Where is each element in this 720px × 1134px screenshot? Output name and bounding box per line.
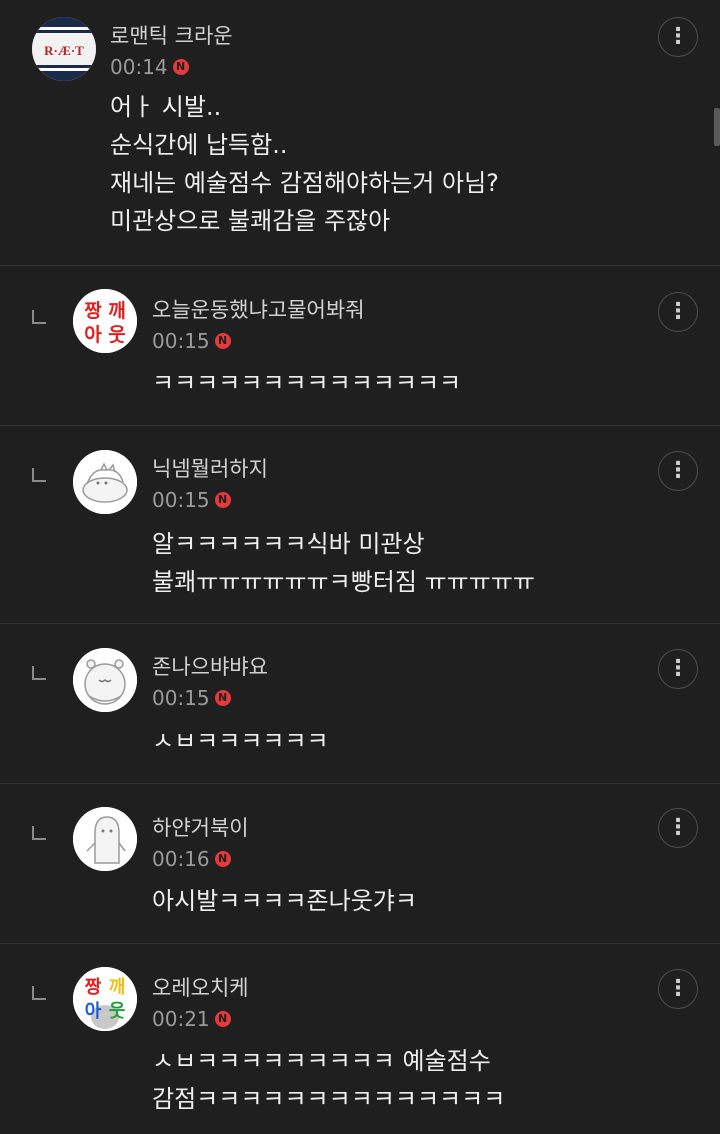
scrollbar[interactable] (714, 108, 720, 146)
more-vertical-icon: ⋮ (667, 458, 689, 483)
comment-text: ㅅㅂㅋㅋㅋㅋㅋㅋ (152, 727, 329, 755)
reply-item: 존나으뱌뱌요 00:15 N ㅅㅂㅋㅋㅋㅋㅋㅋ ⋮ (0, 624, 720, 784)
avatar[interactable] (73, 450, 137, 514)
more-options-button[interactable]: ⋮ (658, 649, 698, 689)
reply-indent-icon (32, 826, 46, 840)
avatar-image (73, 807, 137, 871)
comment-text: ㅋㅋㅋㅋㅋㅋㅋㅋㅋㅋㅋㅋㅋㅋ (152, 369, 462, 397)
nickname[interactable]: 오늘운동했냐고물어봐줘 (152, 296, 365, 324)
new-badge: N (214, 1011, 231, 1027)
comment-text: ㅅㅂㅋㅋㅋㅋㅋㅋㅋㅋㅋ 예술점수 감점ㅋㅋㅋㅋㅋㅋㅋㅋㅋㅋㅋㅋㅋㅋ (152, 1047, 506, 1113)
nickname[interactable]: 존나으뱌뱌요 (152, 653, 268, 681)
reply-indent-icon (32, 666, 46, 680)
avatar-text: R·Æ·T (44, 43, 84, 58)
nickname[interactable]: 하얀거북이 (152, 814, 249, 842)
reply-indent-icon (32, 310, 46, 324)
more-vertical-icon: ⋮ (667, 24, 689, 49)
comment-meta: 00:15 N (152, 685, 231, 711)
timestamp: 00:15 (152, 329, 210, 353)
avatar[interactable] (73, 807, 137, 871)
avatar-text: 웃 (108, 324, 125, 346)
reply-item: 짱 깨 아 웃 오늘운동했냐고물어봐줘 00:15 N ㅋㅋㅋㅋㅋㅋㅋㅋㅋㅋㅋㅋ… (0, 266, 720, 426)
avatar-text: 짱 (85, 977, 102, 998)
avatar-text: 깨 (108, 300, 125, 322)
reply-item: 하얀거북이 00:16 N 아시발ㅋㅋㅋㅋ존나웃갸ㅋ ⋮ (0, 784, 720, 944)
more-vertical-icon: ⋮ (667, 976, 689, 1001)
nickname[interactable]: 오레오치케 (152, 974, 249, 1002)
avatar[interactable] (73, 648, 137, 712)
avatar-image: 짱 깨 아 웃 (73, 289, 137, 353)
more-options-button[interactable]: ⋮ (658, 451, 698, 491)
avatar-image (73, 648, 137, 712)
comment-meta: 00:14 N (110, 54, 189, 80)
comment-meta: 00:15 N (152, 487, 231, 513)
comment-meta: 00:15 N (152, 328, 231, 354)
reply-item: 짱 깨 아 웃 오레오치케 00:21 N ㅅㅂㅋㅋㅋㅋㅋㅋㅋㅋㅋ 예술점수 감… (0, 944, 720, 1134)
new-badge: N (172, 59, 189, 75)
timestamp: 00:15 (152, 686, 210, 710)
comment-text: 어ㅏ 시발.. 순식간에 납득함.. 재네는 예술점수 감점해야하는거 아님? … (110, 93, 499, 235)
avatar[interactable]: 짱 깨 아 웃 (73, 289, 137, 353)
timestamp: 00:15 (152, 488, 210, 512)
reply-indent-icon (32, 468, 46, 482)
new-badge: N (214, 690, 231, 706)
avatar-text: 아 (84, 324, 102, 346)
timestamp: 00:21 (152, 1007, 210, 1031)
avatar-image: 짱 깨 아 웃 (73, 967, 137, 1031)
avatar-text: 깨 (109, 977, 126, 998)
new-badge: N (214, 851, 231, 867)
comment-item: R·Æ·T 로맨틱 크라운 00:14 N 어ㅏ 시발.. 순식간에 납득함..… (0, 0, 720, 266)
reply-indent-icon (32, 986, 46, 1000)
nickname[interactable]: 닉넴뭘러하지 (152, 455, 268, 483)
avatar-image: R·Æ·T (32, 17, 96, 81)
nickname[interactable]: 로맨틱 크라운 (110, 22, 233, 50)
avatar[interactable]: R·Æ·T (32, 17, 96, 81)
avatar-image (73, 450, 137, 514)
new-badge: N (214, 333, 231, 349)
more-vertical-icon: ⋮ (667, 815, 689, 840)
more-options-button[interactable]: ⋮ (658, 292, 698, 332)
more-options-button[interactable]: ⋮ (658, 17, 698, 57)
more-vertical-icon: ⋮ (667, 656, 689, 681)
avatar-text: 아 (85, 1001, 102, 1022)
reply-item: 닉넴뭘러하지 00:15 N 알ㅋㅋㅋㅋㅋㅋ식바 미관상 불쾌ㅠㅠㅠㅠㅠㅠㅋ빵터… (0, 426, 720, 624)
comment-text: 알ㅋㅋㅋㅋㅋㅋ식바 미관상 불쾌ㅠㅠㅠㅠㅠㅠㅋ빵터짐 ㅠㅠㅠㅠㅠ (152, 530, 535, 596)
comment-meta: 00:16 N (152, 846, 231, 872)
avatar[interactable]: 짱 깨 아 웃 (73, 967, 137, 1031)
comment-meta: 00:21 N (152, 1006, 231, 1032)
timestamp: 00:14 (110, 55, 168, 79)
timestamp: 00:16 (152, 847, 210, 871)
new-badge: N (214, 492, 231, 508)
avatar-text: 짱 (84, 300, 102, 322)
more-options-button[interactable]: ⋮ (658, 969, 698, 1009)
more-vertical-icon: ⋮ (667, 299, 689, 324)
avatar-text: 웃 (109, 1001, 126, 1022)
comment-text: 아시발ㅋㅋㅋㅋ존나웃갸ㅋ (152, 887, 417, 915)
more-options-button[interactable]: ⋮ (658, 808, 698, 848)
